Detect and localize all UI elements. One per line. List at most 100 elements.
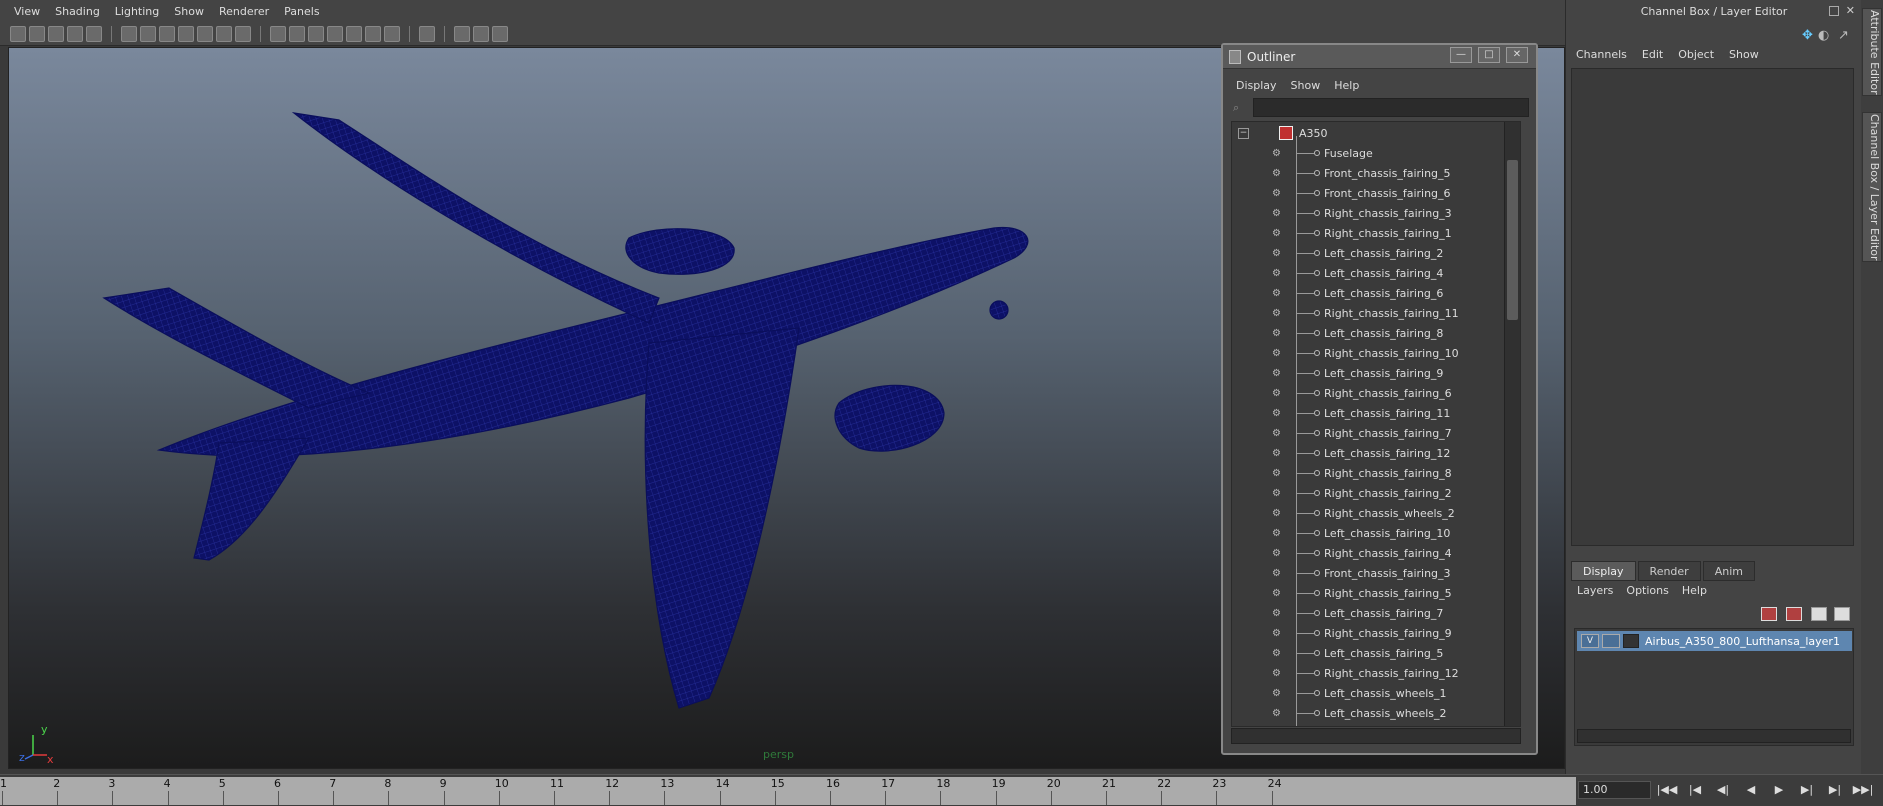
tree-item-row[interactable]: ⚙ Right_chassis_fairing_1 [1232,224,1502,244]
tree-item-row[interactable]: ⚙ Left_chassis_wheels_2 [1232,704,1502,724]
safe-title-icon[interactable] [235,25,251,42]
play-backwards-button[interactable]: ◀ [1740,781,1762,799]
move-layer-down-icon[interactable] [1786,607,1802,621]
image-plane-icon[interactable] [67,25,83,42]
shadows-icon[interactable] [365,25,381,42]
move-layer-up-icon[interactable] [1761,607,1777,621]
step-back-key-button[interactable]: ◀| [1712,781,1734,799]
tree-item-row[interactable]: ⚙ Right_chassis_fairing_6 [1232,384,1502,404]
go-to-start-button[interactable]: |◀◀ [1656,781,1678,799]
smooth-shade-icon[interactable] [289,25,305,42]
safe-action-icon[interactable] [216,25,232,42]
tree-item-row[interactable]: ⚙ Left_chassis_fairing_9 [1232,364,1502,384]
menu-renderer[interactable]: Renderer [219,5,269,18]
xray-icon[interactable] [454,25,470,42]
tab-anim[interactable]: Anim [1702,561,1755,581]
new-layer-from-selected-icon[interactable] [1834,607,1850,621]
tree-item-row[interactable]: ⚙ Left_chassis_fairing_7 [1232,604,1502,624]
tree-item-row[interactable]: ⚙ Left_chassis_fairing_4 [1232,264,1502,284]
outliner-menu-help[interactable]: Help [1334,79,1359,92]
tree-item-row[interactable]: ⚙ Left_chassis_fairing_8 [1232,324,1502,344]
play-forwards-button[interactable]: ▶ [1768,781,1790,799]
tab-display[interactable]: Display [1571,561,1636,581]
bookmark-icon[interactable] [48,25,64,42]
film-gate-icon[interactable] [140,25,156,42]
collapse-icon[interactable]: − [1238,128,1249,139]
tree-item-row[interactable]: ⚙ Right_chassis_wheels_2 [1232,504,1502,524]
step-forward-key-button[interactable]: ▶| [1796,781,1818,799]
wireframe-icon[interactable] [270,25,286,42]
tree-item-row[interactable]: ⚙ Right_chassis_fairing_10 [1232,344,1502,364]
tab-attribute-editor[interactable]: Attribute Editor [1862,8,1882,96]
tree-item-row[interactable]: ⚙ Front_chassis_fairing_5 [1232,164,1502,184]
gate-mask-icon[interactable] [178,25,194,42]
tree-item-row[interactable]: ⚙ Right_chassis_fairing_7 [1232,424,1502,444]
step-back-frame-button[interactable]: |◀ [1684,781,1706,799]
outliner-menu-show[interactable]: Show [1291,79,1321,92]
tree-item-row[interactable]: ⚙ Right_chassis_fairing_3 [1232,204,1502,224]
menu-view[interactable]: View [14,5,40,18]
panel-float-icon[interactable] [1829,6,1839,16]
tree-item-row[interactable]: ⚙ Left_chassis_fairing_6 [1232,284,1502,304]
select-camera-icon[interactable] [10,25,26,42]
tab-channel-box[interactable]: Channel Box / Layer Editor [1862,112,1882,262]
menu-panels[interactable]: Panels [284,5,319,18]
wireframe-on-shaded-icon[interactable] [308,25,324,42]
tree-root-row[interactable]: − A350 [1232,124,1502,144]
tree-item-row[interactable]: ⚙ Left_chassis_fairing_11 [1232,404,1502,424]
grease-pencil-icon[interactable] [86,25,102,42]
pin-icon[interactable]: ↗ [1838,28,1849,43]
share-icon[interactable] [492,25,508,42]
layer-list[interactable]: V Airbus_A350_800_Lufthansa_layer1 [1574,628,1854,746]
scrollbar-thumb[interactable] [1507,160,1518,320]
cb-menu-channels[interactable]: Channels [1576,48,1627,61]
panel-close-icon[interactable]: ✕ [1846,4,1855,17]
cb-menu-edit[interactable]: Edit [1642,48,1663,61]
minimize-button[interactable]: — [1450,47,1472,63]
tab-render[interactable]: Render [1637,561,1701,581]
tree-item-row[interactable]: ⚙ Fuselage [1232,144,1502,164]
axis-manipulator-icon[interactable]: ✥ [1802,28,1813,43]
layer-visibility-toggle[interactable]: V [1581,634,1599,648]
layer-menu-layers[interactable]: Layers [1577,584,1613,597]
tree-item-row[interactable]: ⚙ Right_chassis_fairing_2 [1232,484,1502,504]
layer-row[interactable]: V Airbus_A350_800_Lufthansa_layer1 [1577,631,1852,651]
layer-list-scrollbar[interactable] [1577,729,1851,743]
tree-item-row[interactable]: ⚙ Right_chassis_fairing_11 [1232,304,1502,324]
outliner-filter-input[interactable] [1253,98,1529,117]
tree-item-row[interactable]: ⚙ Right_chassis_fairing_8 [1232,464,1502,484]
layer-display-type-toggle[interactable] [1602,634,1620,648]
tree-item-row[interactable]: ⚙ Front_chassis_fairing_6 [1232,184,1502,204]
default-lighting-icon[interactable] [346,25,362,42]
current-frame-field[interactable]: 1.00 [1578,781,1651,799]
camera-attributes-icon[interactable] [29,25,45,42]
layer-menu-options[interactable]: Options [1626,584,1668,597]
tree-item-row[interactable]: ⚙ Left_chassis_fairing_2 [1232,244,1502,264]
new-layer-icon[interactable] [1811,607,1827,621]
outliner-horizontal-scrollbar[interactable] [1231,728,1521,744]
step-forward-frame-button[interactable]: ▶| [1824,781,1846,799]
textured-icon[interactable] [327,25,343,42]
tree-item-row[interactable]: ⚙ Left_chassis_fairing_10 [1232,524,1502,544]
ambient-occlusion-icon[interactable] [384,25,400,42]
outliner-menu-display[interactable]: Display [1236,79,1277,92]
tree-item-row[interactable]: ⚙ Right_chassis_fairing_4 [1232,544,1502,564]
grid-icon[interactable] [121,25,137,42]
menu-shading[interactable]: Shading [55,5,100,18]
isolate-select-icon[interactable] [419,25,435,42]
maximize-button[interactable]: □ [1478,47,1500,63]
close-button[interactable]: ✕ [1506,47,1528,63]
outliner-tree[interactable]: − A350 ⚙ Fuselage ⚙ Front_chassis_fairing_5… [1231,121,1521,727]
tree-item-row[interactable]: ⚙ Left_chassis_fairing_12 [1232,444,1502,464]
outliner-titlebar[interactable]: Outliner — □ ✕ [1223,45,1536,69]
outliner-vertical-scrollbar[interactable] [1504,122,1520,726]
menu-lighting[interactable]: Lighting [115,5,159,18]
layer-color-swatch[interactable] [1623,634,1639,648]
menu-show[interactable]: Show [174,5,204,18]
tree-item-row[interactable]: ⚙ Left_chassis_wheels_1 [1232,684,1502,704]
xray-joints-icon[interactable] [473,25,489,42]
layer-menu-help[interactable]: Help [1682,584,1707,597]
cb-menu-object[interactable]: Object [1678,48,1714,61]
channel-box-area[interactable] [1571,68,1854,546]
tree-item-row[interactable]: ⚙ Left_chassis_fairing_5 [1232,644,1502,664]
